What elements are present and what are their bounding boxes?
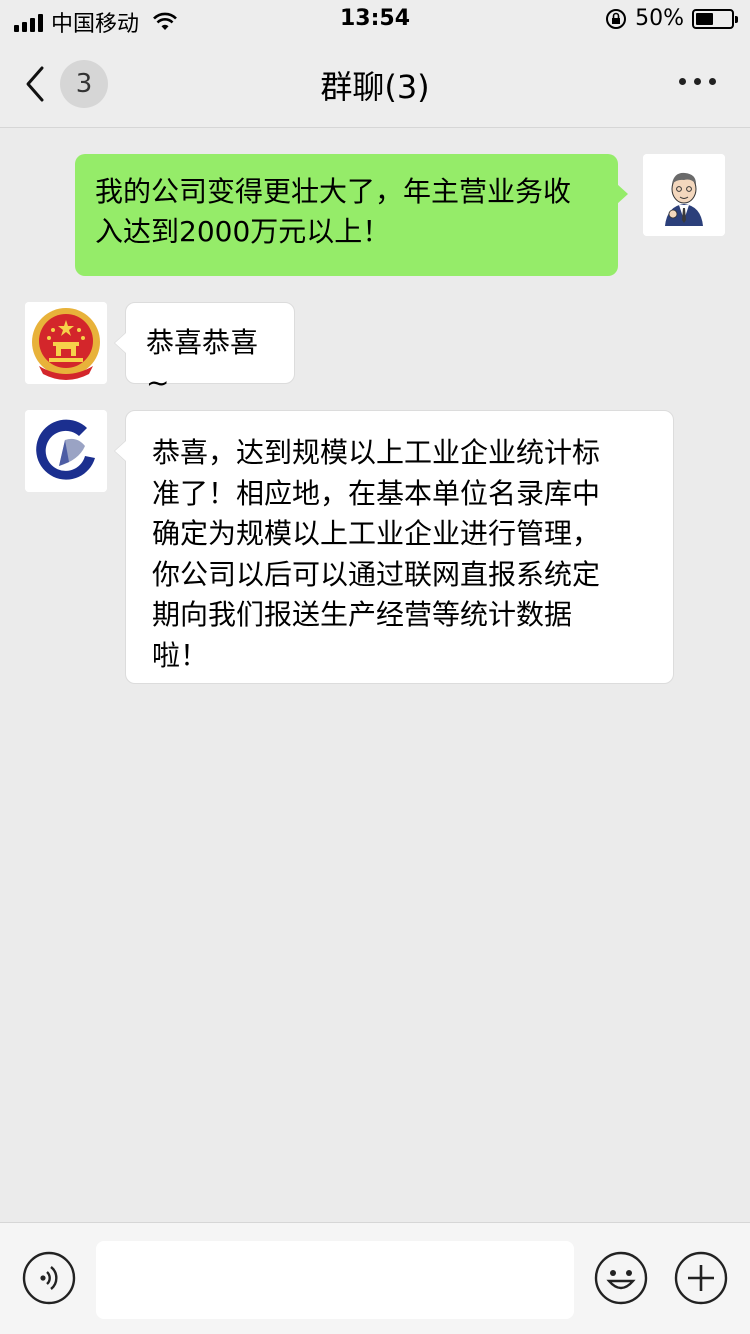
status-right: 50% (605, 6, 738, 31)
plus-icon[interactable] (674, 1251, 728, 1305)
battery-icon (692, 8, 738, 29)
message-text: 我的公司变得更壮大了，年主营业务收入达到2000万元以上！ (95, 175, 572, 248)
voice-icon[interactable] (22, 1251, 76, 1305)
message-bubble-other[interactable]: 恭喜恭喜~ (114, 302, 295, 399)
more-dot (679, 78, 686, 85)
battery-percent: 50% (635, 6, 684, 31)
message-text: 恭喜恭喜~ (146, 326, 259, 399)
bubble-tail (617, 184, 628, 204)
avatar-statistics-logo[interactable] (25, 410, 107, 492)
more-dot (709, 78, 716, 85)
page-title: 群聊(3) (320, 68, 430, 106)
battery-fill (696, 12, 713, 25)
emoji-icon[interactable] (594, 1251, 648, 1305)
cartoon-businessman-icon (643, 154, 725, 236)
more-button[interactable] (679, 78, 716, 85)
status-bar: 中国移动 13:54 50% (0, 0, 750, 40)
national-emblem-icon (25, 302, 107, 384)
input-bar (0, 1222, 750, 1334)
bubble-tail (115, 441, 126, 461)
avatar-businessman[interactable] (643, 154, 725, 236)
bubble-tail (115, 333, 126, 353)
avatar-national-emblem[interactable] (25, 302, 107, 384)
nav-bar: 3 群聊(3) (0, 40, 750, 128)
more-dot (694, 78, 701, 85)
message-text: 恭喜，达到规模以上工业企业统计标准了！相应地，在基本单位名录库中确定为规模以上工… (152, 436, 601, 672)
message-bubble-mine[interactable]: 我的公司变得更壮大了，年主营业务收入达到2000万元以上！ (75, 154, 628, 276)
message-bubble-other[interactable]: 恭喜，达到规模以上工业企业统计标准了！相应地，在基本单位名录库中确定为规模以上工… (114, 410, 674, 684)
statistics-logo-icon (25, 410, 107, 492)
message-input[interactable] (96, 1241, 574, 1319)
rotation-lock-icon (606, 8, 627, 29)
